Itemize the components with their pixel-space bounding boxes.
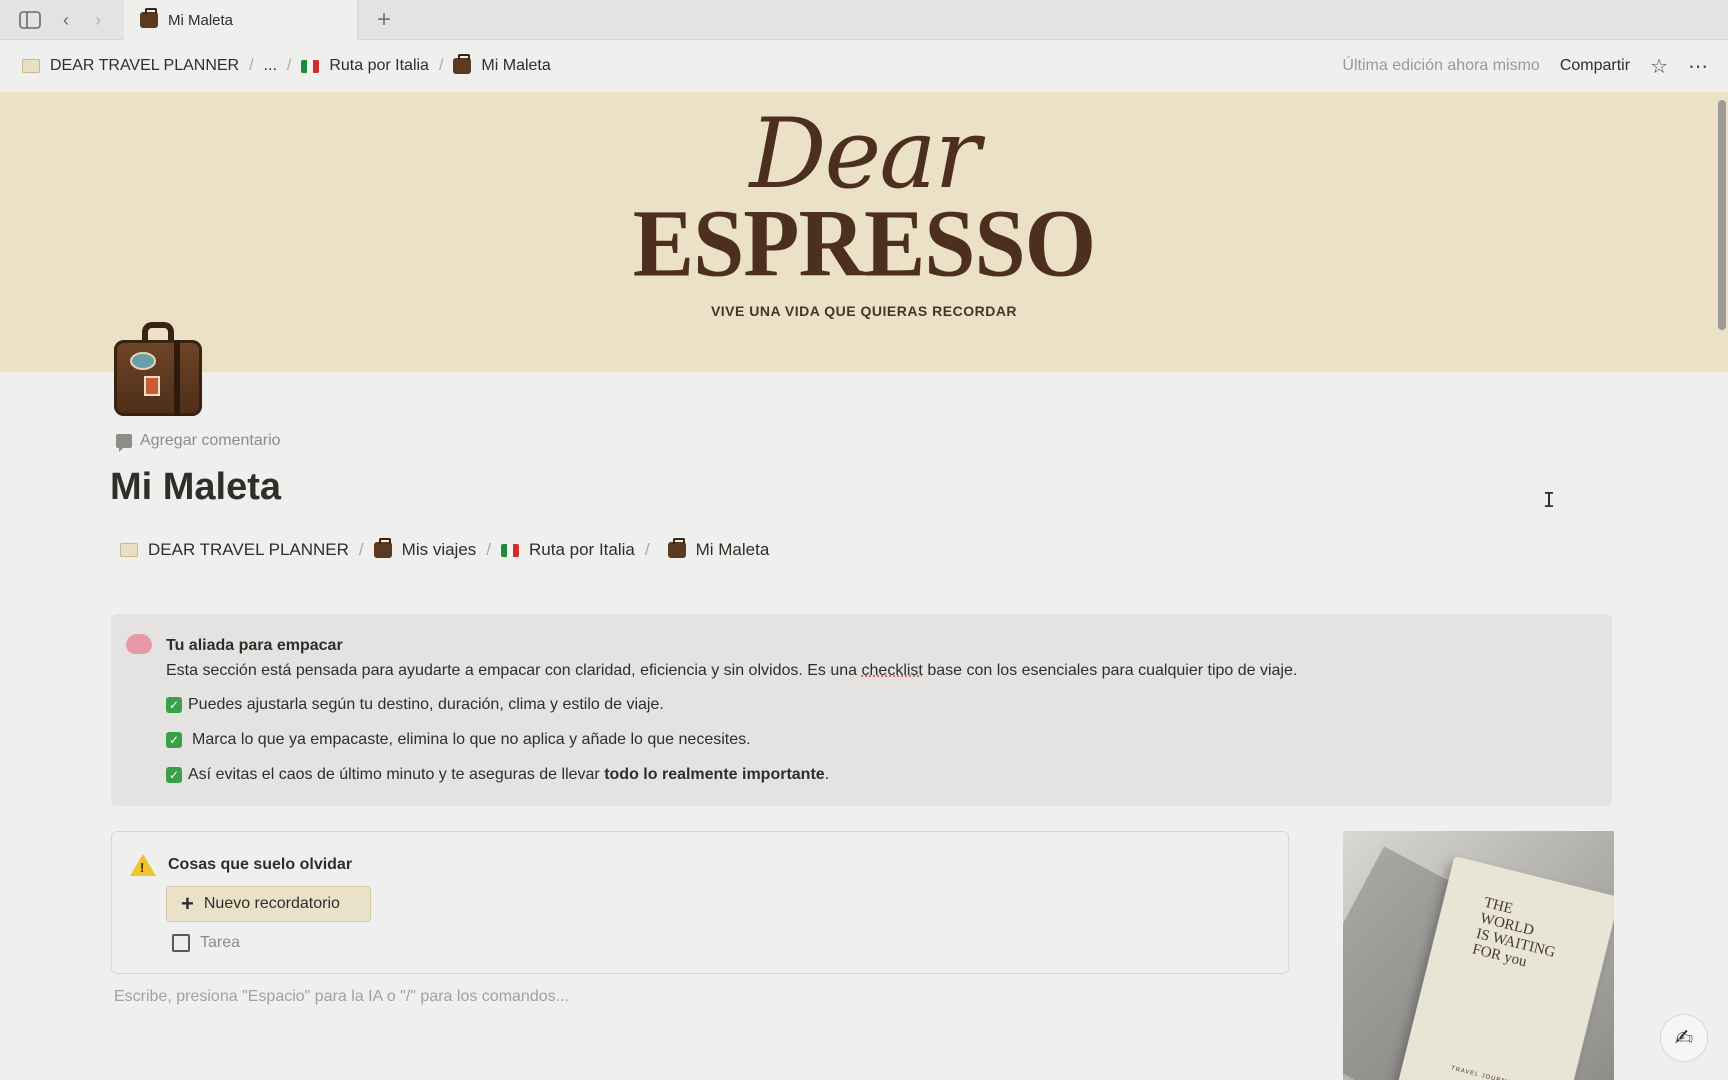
callout-title: Tu aliada para empacar	[166, 637, 343, 654]
page-header: DEAR TRAVEL PLANNER / ... / Ruta por Ita…	[0, 40, 1728, 92]
journal-photo: THE WORLD IS WAITING FOR you TRAVEL JOUR…	[1343, 831, 1614, 1080]
logo-icon	[22, 59, 40, 73]
plus-icon: +	[181, 891, 194, 916]
breadcrumb-separator: /	[644, 540, 650, 559]
italy-flag-icon	[301, 59, 320, 73]
comment-icon	[116, 434, 132, 452]
scrollbar[interactable]	[1718, 100, 1726, 330]
inline-crumb-maleta[interactable]: Mi Maleta	[667, 538, 769, 560]
new-reminder-button[interactable]: + Nuevo recordatorio	[166, 886, 371, 922]
share-button[interactable]: Compartir	[1560, 57, 1630, 75]
check-icon: ✓	[166, 767, 182, 783]
help-icon: ✍	[1674, 1025, 1694, 1050]
chevron-left-icon[interactable]: ‹	[54, 8, 78, 32]
breadcrumb-item-ruta[interactable]: Ruta por Italia	[301, 57, 429, 75]
page-title[interactable]: Mi Maleta	[110, 466, 281, 509]
chevron-right-icon[interactable]: ›	[86, 8, 110, 32]
header-actions: Última edición ahora mismo Compartir ☆ ⋯	[1342, 40, 1708, 92]
suitcase-icon	[453, 54, 472, 74]
inline-crumb-planner[interactable]: DEAR TRAVEL PLANNER	[120, 540, 349, 560]
last-edited: Última edición ahora mismo	[1342, 57, 1540, 74]
more-icon[interactable]: ⋯	[1688, 54, 1708, 79]
breadcrumb-separator: /	[438, 57, 444, 74]
breadcrumb: DEAR TRAVEL PLANNER / ... / Ruta por Ita…	[22, 40, 551, 92]
suitcase-icon	[373, 538, 392, 558]
breadcrumb-item-planner[interactable]: DEAR TRAVEL PLANNER	[22, 57, 239, 75]
add-comment-button[interactable]: Agregar comentario	[116, 432, 281, 452]
task-item[interactable]: Tarea	[172, 934, 240, 952]
plus-icon: +	[376, 6, 391, 33]
check-icon: ✓	[166, 732, 182, 748]
breadcrumb-item-maleta[interactable]: Mi Maleta	[453, 54, 551, 75]
checkbox[interactable]	[172, 934, 190, 952]
callout-check-1: ✓ Puedes ajustarla según tu destino, dur…	[166, 696, 664, 714]
help-button[interactable]: ✍	[1660, 1014, 1708, 1062]
breadcrumb-item-ellipsis[interactable]: ...	[264, 57, 277, 75]
inline-crumb-ruta[interactable]: Ruta por Italia	[501, 540, 635, 560]
tab-title: Mi Maleta	[168, 11, 234, 29]
suitcase-icon	[667, 538, 686, 558]
sidebar-toggle-icon[interactable]	[18, 8, 42, 32]
suitcase-icon[interactable]	[114, 322, 202, 416]
reminders-block: ! Cosas que suelo olvidar + Nuevo record…	[111, 831, 1289, 974]
inline-breadcrumb: DEAR TRAVEL PLANNER / Mis viajes / Ruta …	[120, 538, 769, 560]
reminders-title: Cosas que suelo olvidar	[168, 856, 353, 873]
text-cursor-icon: I	[1543, 488, 1556, 512]
tab-bar: ‹ › Mi Maleta +	[0, 0, 1728, 40]
breadcrumb-separator: /	[358, 540, 364, 559]
breadcrumb-separator: /	[249, 57, 254, 74]
suitcase-icon	[140, 8, 158, 28]
logo-icon	[120, 543, 138, 557]
tab-mi-maleta[interactable]: Mi Maleta	[124, 0, 358, 40]
editor-placeholder[interactable]: Escribe, presiona "Espacio" para la IA o…	[114, 988, 569, 1006]
new-tab-button[interactable]: +	[370, 6, 398, 34]
breadcrumb-separator: /	[286, 57, 292, 74]
callout-check-3: ✓ Así evitas el caos de último minuto y …	[166, 766, 829, 784]
star-icon[interactable]: ☆	[1650, 54, 1668, 79]
callout-check-2: ✓ Marca lo que ya empacaste, elimina lo …	[166, 731, 751, 749]
check-icon: ✓	[166, 697, 182, 713]
cover-brand-main: ESPRESSO	[632, 189, 1096, 297]
inline-crumb-viajes[interactable]: Mis viajes	[373, 538, 476, 560]
cover-tagline: VIVE UNA VIDA QUE QUIERAS RECORDAR	[710, 303, 1018, 319]
callout-text: Esta sección está pensada para ayudarte …	[166, 662, 1298, 679]
brain-icon	[126, 634, 152, 654]
italy-flag-icon	[501, 543, 520, 557]
breadcrumb-separator: /	[486, 540, 492, 559]
callout-block[interactable]: Tu aliada para empacar Esta sección está…	[111, 614, 1612, 806]
